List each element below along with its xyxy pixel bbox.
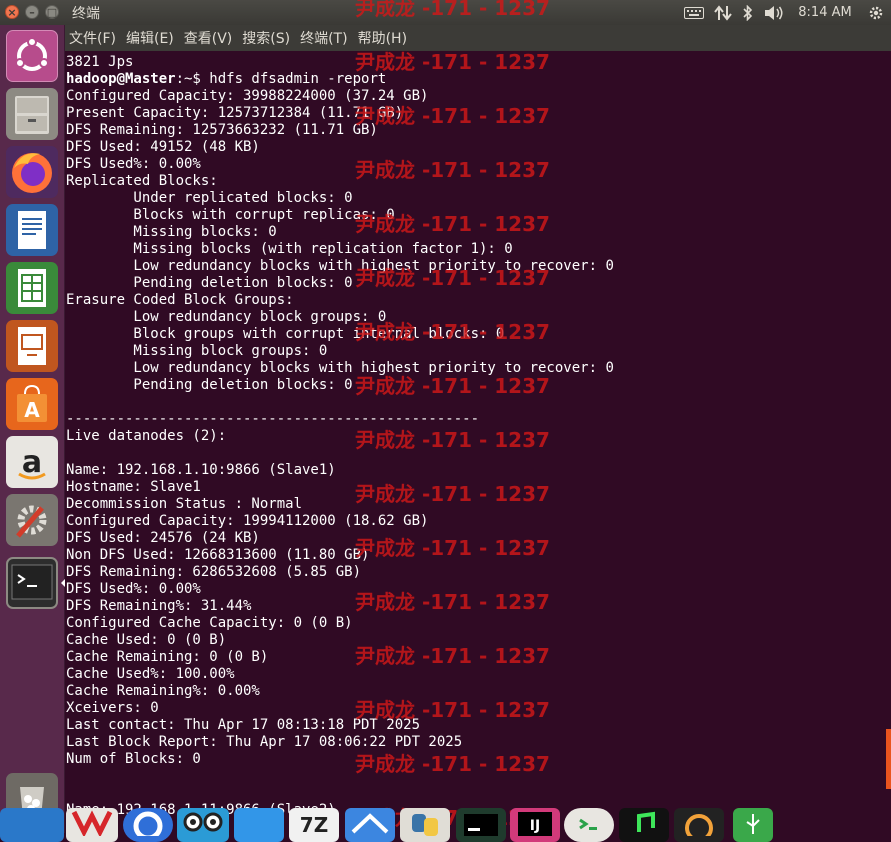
keyboard-icon[interactable] bbox=[679, 0, 709, 25]
terminal-line: Missing blocks: 0 bbox=[66, 224, 277, 240]
ubuntu-dash-icon[interactable] bbox=[6, 30, 58, 82]
terminal-line: Pending deletion blocks: 0 bbox=[66, 275, 353, 291]
menu-terminal[interactable]: 终端(T) bbox=[300, 28, 347, 48]
terminal-line: Block groups with corrupt internal block… bbox=[66, 326, 505, 342]
menu-file[interactable]: 文件(F) bbox=[69, 28, 116, 48]
7zip-icon[interactable]: 7Z bbox=[289, 808, 339, 842]
launcher: A a bbox=[0, 25, 65, 833]
menu-help[interactable]: 帮助(H) bbox=[358, 28, 407, 48]
terminal-menubar: 文件(F) 编辑(E) 查看(V) 搜索(S) 终端(T) 帮助(H) bbox=[65, 25, 891, 51]
system-settings-icon[interactable] bbox=[6, 494, 58, 546]
top-panel: × – □ 终端 8:14 AM bbox=[0, 0, 891, 25]
terminal-line: DFS Remaining: 12573663232 (11.71 GB) bbox=[66, 122, 378, 138]
menu-view[interactable]: 查看(V) bbox=[184, 28, 233, 48]
bottom-dock: 7Z IJ bbox=[0, 803, 891, 842]
terminal-line: Pending deletion blocks: 0 bbox=[66, 377, 353, 393]
vscode-icon[interactable] bbox=[0, 808, 64, 842]
gear-icon[interactable] bbox=[861, 0, 891, 25]
menu-search[interactable]: 搜索(S) bbox=[242, 28, 290, 48]
pycharm-icon[interactable] bbox=[456, 808, 506, 842]
maximize-window-button[interactable]: □ bbox=[45, 5, 59, 19]
terminal-line: Configured Cache Capacity: 0 (0 B) bbox=[66, 615, 353, 631]
terminal-line: Non DFS Used: 12668313600 (11.80 GB) bbox=[66, 547, 370, 563]
terminal-line: Last Block Report: Thu Apr 17 08:06:22 P… bbox=[66, 734, 463, 750]
window-title: 终端 bbox=[72, 6, 100, 22]
prompt-user: hadoop@Master bbox=[66, 71, 176, 87]
prompt-command: :~$ hdfs dfsadmin -report bbox=[175, 71, 387, 87]
terminal-line: Cache Used: 0 (0 B) bbox=[66, 632, 227, 648]
usb-icon[interactable] bbox=[733, 808, 773, 842]
terminal-line: 3821 Jps bbox=[66, 54, 134, 70]
wps-icon[interactable] bbox=[66, 808, 118, 842]
terminal-line: ----------------------------------------… bbox=[66, 411, 480, 427]
minimize-window-button[interactable]: – bbox=[25, 5, 39, 19]
terminal-line: Name: 192.168.1.10:9866 (Slave1) bbox=[66, 462, 336, 478]
terminal-line: Low redundancy blocks with highest prior… bbox=[66, 258, 614, 274]
close-window-button[interactable]: × bbox=[5, 5, 19, 19]
software-center-icon[interactable]: A bbox=[6, 378, 58, 430]
terminal-output[interactable]: 3821 Jps hadoop@Master:~$ hdfs dfsadmin … bbox=[66, 52, 886, 833]
terminal-line: Hostname: Slave1 bbox=[66, 479, 201, 495]
calc-icon[interactable] bbox=[6, 262, 58, 314]
terminal-line: DFS Used: 24576 (24 KB) bbox=[66, 530, 260, 546]
system-tray: 8:14 AM bbox=[679, 0, 891, 25]
active-app-indicator bbox=[61, 579, 65, 587]
impress-icon[interactable] bbox=[6, 320, 58, 372]
terminal-line: DFS Used: 49152 (48 KB) bbox=[66, 139, 260, 155]
terminal-line: Cache Used%: 100.00% bbox=[66, 666, 235, 682]
terminal-line: Missing blocks (with replication factor … bbox=[66, 241, 513, 257]
files-icon[interactable] bbox=[6, 88, 58, 140]
terminal-icon[interactable] bbox=[6, 557, 58, 609]
amazon-icon[interactable]: a bbox=[6, 436, 58, 488]
terminal-line: Num of Blocks: 0 bbox=[66, 751, 201, 767]
terminal-line: Missing block groups: 0 bbox=[66, 343, 328, 359]
terminal-line: Configured Capacity: 39988224000 (37.24 … bbox=[66, 88, 429, 104]
terminal-line: Low redundancy block groups: 0 bbox=[66, 309, 387, 325]
chat-icon[interactable] bbox=[234, 808, 284, 842]
terminal-line: Blocks with corrupt replicas: 0 bbox=[66, 207, 395, 223]
svg-text:a: a bbox=[22, 445, 42, 480]
browser-icon[interactable] bbox=[123, 808, 173, 842]
terminal-line: Erasure Coded Block Groups: bbox=[66, 292, 294, 308]
terminal-line: Low redundancy blocks with highest prior… bbox=[66, 360, 614, 376]
network-icon[interactable] bbox=[709, 0, 737, 25]
firefox-icon[interactable] bbox=[6, 146, 58, 198]
terminal-line: Under replicated blocks: 0 bbox=[66, 190, 353, 206]
terminal-line: Decommission Status : Normal bbox=[66, 496, 303, 512]
terminal-line: DFS Used%: 0.00% bbox=[66, 156, 201, 172]
clock-app-icon[interactable] bbox=[674, 808, 724, 842]
music-icon[interactable] bbox=[619, 808, 669, 842]
terminal-line: Cache Remaining%: 0.00% bbox=[66, 683, 260, 699]
terminal-line: Xceivers: 0 bbox=[66, 700, 159, 716]
intellij-icon[interactable]: IJ bbox=[510, 808, 560, 842]
terminal-line: Live datanodes (2): bbox=[66, 428, 227, 444]
terminal-line: DFS Used%: 0.00% bbox=[66, 581, 201, 597]
terminal-scrollbar-thumb[interactable] bbox=[886, 729, 891, 789]
python-icon[interactable] bbox=[400, 808, 450, 842]
menu-edit[interactable]: 编辑(E) bbox=[126, 28, 174, 48]
clock[interactable]: 8:14 AM bbox=[789, 0, 861, 25]
terminal-line: DFS Remaining%: 31.44% bbox=[66, 598, 252, 614]
terminal-line: Replicated Blocks: bbox=[66, 173, 218, 189]
terminal-line: Present Capacity: 12573712384 (11.71 GB) bbox=[66, 105, 404, 121]
volume-icon[interactable] bbox=[759, 0, 789, 25]
terminal-app-icon[interactable] bbox=[564, 808, 614, 842]
writer-icon[interactable] bbox=[6, 204, 58, 256]
svg-text:IJ: IJ bbox=[530, 818, 540, 834]
mail-icon[interactable] bbox=[345, 808, 395, 842]
glasses-icon[interactable] bbox=[177, 808, 229, 842]
svg-text:A: A bbox=[24, 398, 40, 422]
terminal-line: DFS Remaining: 6286532608 (5.85 GB) bbox=[66, 564, 362, 580]
terminal-line: Last contact: Thu Apr 17 08:13:18 PDT 20… bbox=[66, 717, 421, 733]
bluetooth-icon[interactable] bbox=[737, 0, 759, 25]
terminal-line: Cache Remaining: 0 (0 B) bbox=[66, 649, 269, 665]
terminal-line: Configured Capacity: 19994112000 (18.62 … bbox=[66, 513, 429, 529]
terminal-prompt-line: hadoop@Master:~$ hdfs dfsadmin -report bbox=[66, 71, 386, 88]
